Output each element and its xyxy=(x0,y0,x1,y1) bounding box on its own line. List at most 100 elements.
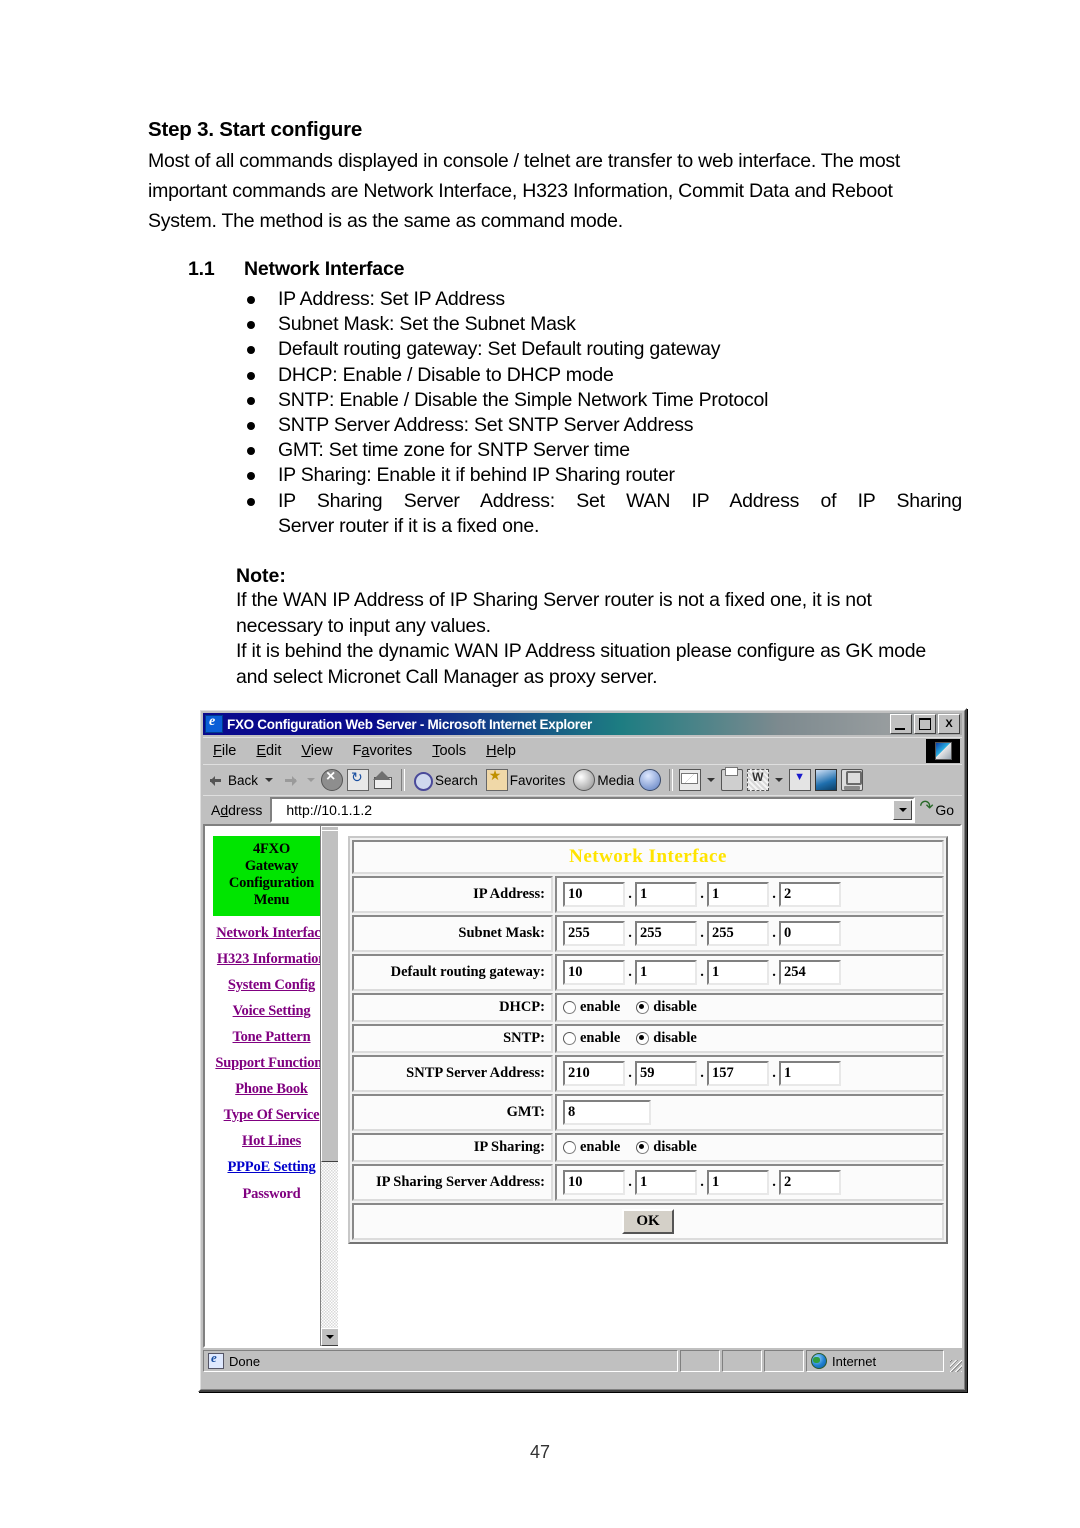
menu-item-help[interactable]: Help xyxy=(476,741,526,761)
scrollbar-thumb[interactable] xyxy=(321,830,338,1162)
gmt-input[interactable]: 8 xyxy=(563,1100,651,1125)
discuss-icon[interactable] xyxy=(789,769,812,791)
subnet-mask-octet-4[interactable]: 0 xyxy=(779,921,841,946)
toolbar-divider xyxy=(669,769,674,791)
edit-icon[interactable] xyxy=(747,769,770,791)
sidebar-item-h323-information[interactable]: H323 Information xyxy=(209,951,334,968)
mail-icon[interactable] xyxy=(679,769,702,791)
menu-item-favorites[interactable]: Favorites xyxy=(343,741,423,761)
close-button[interactable]: X xyxy=(938,714,960,734)
sidebar-item-pppoe-setting[interactable]: PPPoE Setting xyxy=(209,1159,334,1176)
address-label: Address xyxy=(211,802,263,818)
sntp-server-octet-4[interactable]: 1 xyxy=(779,1061,841,1086)
menu-item-view[interactable]: View xyxy=(291,741,342,761)
search-icon xyxy=(414,771,434,791)
sntp-server-octet-3[interactable]: 157 xyxy=(707,1061,769,1086)
address-input[interactable]: http://10.1.1.2 xyxy=(270,797,916,823)
dot-separator: . xyxy=(628,924,632,941)
maximize-button[interactable] xyxy=(914,714,936,734)
sntp-server-octet-1[interactable]: 210 xyxy=(563,1061,625,1086)
media-button[interactable]: Media xyxy=(570,768,637,792)
list-item: SNTP: Enable / Disable the Simple Networ… xyxy=(148,388,962,413)
list-item-label: SNTP Server Address: Set SNTP Server Add… xyxy=(278,414,694,437)
title-bar: FXO Configuration Web Server - Microsoft… xyxy=(203,713,962,735)
go-button-label: Go xyxy=(935,802,954,818)
resize-grip[interactable] xyxy=(946,1350,962,1372)
bullet-dot-icon xyxy=(247,396,255,405)
go-button[interactable]: Go xyxy=(915,797,960,818)
subnet-mask-octet-1[interactable]: 255 xyxy=(563,921,625,946)
scroll-down-button[interactable] xyxy=(321,1328,338,1346)
ip-sharing-enable-radio[interactable] xyxy=(563,1141,576,1155)
ok-button[interactable]: OK xyxy=(622,1209,674,1234)
search-button[interactable]: Search xyxy=(411,768,481,792)
stop-icon[interactable] xyxy=(321,768,344,791)
ip-address-octet-2[interactable]: 1 xyxy=(635,882,697,907)
forward-button[interactable] xyxy=(279,768,303,792)
ip-address-octet-3[interactable]: 1 xyxy=(707,882,769,907)
home-icon[interactable] xyxy=(373,770,393,790)
submit-cell: OK xyxy=(352,1203,944,1240)
toolbar-divider xyxy=(401,769,406,791)
main-frame: Network Interface IP Address: 10. 1. 1. 2 S… xyxy=(338,826,960,1346)
sidebar-item-support-functions[interactable]: Support Functions xyxy=(209,1055,334,1072)
menu-item-file[interactable]: File xyxy=(203,741,246,761)
status-message: Done xyxy=(229,1353,261,1369)
minimize-button[interactable] xyxy=(890,714,912,734)
menu-banner-line-4: Menu xyxy=(253,892,290,908)
messenger-icon[interactable] xyxy=(815,769,838,791)
list-item: IP Address: Set IP Address xyxy=(148,287,962,312)
sidebar-item-voice-setting[interactable]: Voice Setting xyxy=(209,1003,334,1020)
back-button[interactable]: Back xyxy=(207,768,261,792)
ip-sharing-server-octet-3[interactable]: 1 xyxy=(707,1170,769,1195)
security-zone-panel: Internet xyxy=(806,1350,944,1372)
ip-sharing-server-octet-2[interactable]: 1 xyxy=(635,1170,697,1195)
ip-address-octet-1[interactable]: 10 xyxy=(563,882,625,907)
forward-dropdown-icon[interactable] xyxy=(307,778,316,786)
research-icon[interactable] xyxy=(841,769,864,791)
table-row: SNTP Server Address: 210. 59. 157. 1 xyxy=(352,1055,944,1092)
menu-item-tools[interactable]: Tools xyxy=(422,741,476,761)
default-gateway-octet-3[interactable]: 1 xyxy=(707,960,769,985)
ip-sharing-disable-radio[interactable] xyxy=(636,1141,650,1155)
ip-sharing-server-octet-1[interactable]: 10 xyxy=(563,1170,625,1195)
dhcp-disable-radio[interactable] xyxy=(636,1001,650,1015)
default-gateway-octet-1[interactable]: 10 xyxy=(563,960,625,985)
subnet-mask-label: Subnet Mask: xyxy=(352,915,553,952)
mail-dropdown-icon[interactable] xyxy=(707,778,716,786)
back-button-label: Back xyxy=(228,772,259,788)
print-icon[interactable] xyxy=(721,767,744,791)
list-item-label: IP Address: Set IP Address xyxy=(278,288,505,310)
default-gateway-octet-4[interactable]: 254 xyxy=(779,960,841,985)
dhcp-enable-radio[interactable] xyxy=(563,1001,576,1015)
status-panel-1 xyxy=(680,1350,720,1372)
ip-address-label: IP Address: xyxy=(352,876,553,913)
back-dropdown-icon[interactable] xyxy=(265,778,274,786)
sidebar-item-network-interface[interactable]: Network Interface xyxy=(209,925,334,942)
sntp-enable-radio[interactable] xyxy=(563,1032,576,1046)
edit-dropdown-icon[interactable] xyxy=(775,778,784,786)
sidebar-item-system-config[interactable]: System Config xyxy=(209,977,334,994)
subnet-mask-octet-2[interactable]: 255 xyxy=(635,921,697,946)
navigation-frame: 4FXO Gateway Configuration Menu Network … xyxy=(205,826,338,1346)
ip-address-octet-4[interactable]: 2 xyxy=(779,882,841,907)
sntp-server-octet-2[interactable]: 59 xyxy=(635,1061,697,1086)
dot-separator: . xyxy=(772,885,776,902)
sidebar-item-phone-book[interactable]: Phone Book xyxy=(209,1081,334,1098)
sntp-disable-radio[interactable] xyxy=(636,1032,650,1046)
favorites-button[interactable]: Favorites xyxy=(483,767,569,792)
subnet-mask-octet-3[interactable]: 255 xyxy=(707,921,769,946)
refresh-icon[interactable] xyxy=(347,769,370,791)
sidebar-scrollbar[interactable] xyxy=(320,826,338,1346)
sidebar-item-type-of-service[interactable]: Type Of Service xyxy=(209,1107,334,1124)
address-dropdown-button[interactable] xyxy=(893,800,913,820)
sidebar-item-hot-lines[interactable]: Hot Lines xyxy=(209,1133,334,1150)
history-icon[interactable] xyxy=(639,769,662,791)
sidebar-item-tone-pattern[interactable]: Tone Pattern xyxy=(209,1029,334,1046)
menu-item-edit[interactable]: Edit xyxy=(246,741,291,761)
sidebar-item-password[interactable]: Password xyxy=(209,1186,334,1198)
ip-sharing-server-octet-4[interactable]: 2 xyxy=(779,1170,841,1195)
dhcp-enable-label: enable xyxy=(580,999,621,1015)
default-gateway-octet-2[interactable]: 1 xyxy=(635,960,697,985)
menu-banner: 4FXO Gateway Configuration Menu xyxy=(213,836,330,916)
